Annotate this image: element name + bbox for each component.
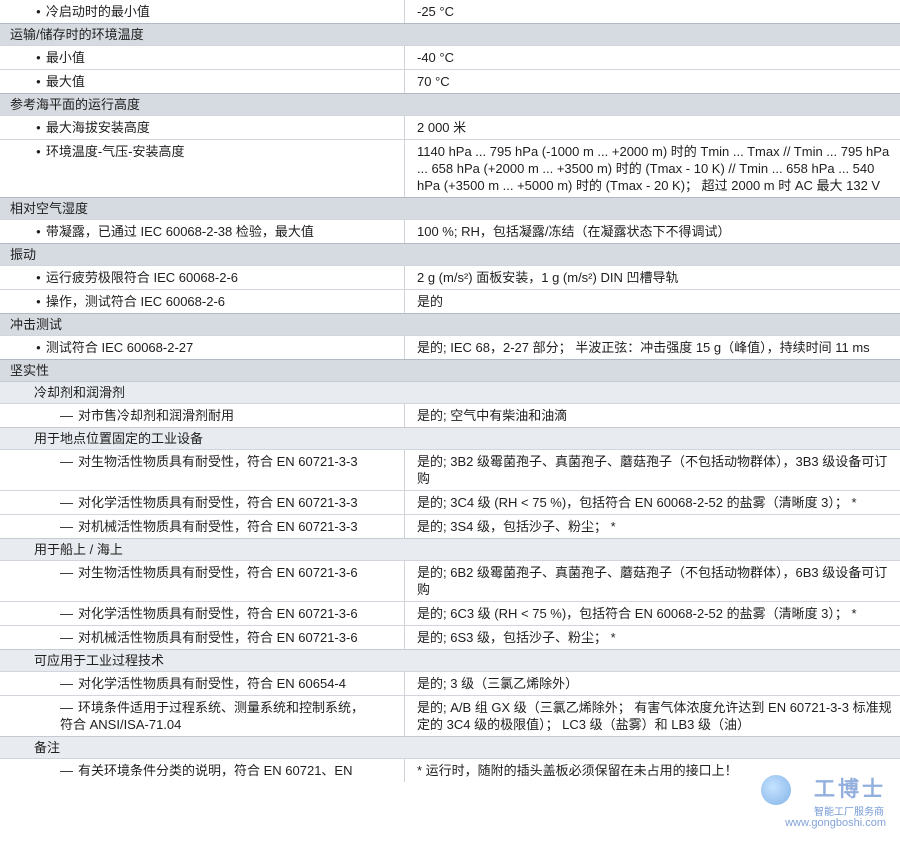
spec-label: 对化学活性物质具有耐受性，符合 EN 60721-3-6 (0, 602, 405, 625)
spec-value: -40 °C (417, 50, 454, 65)
spec-row: 运行疲劳极限符合 IEC 60068-2-6 2 g (m/s²) 面板安装，1 … (0, 265, 900, 289)
subsection-header: 冷却剂和润滑剂 (0, 381, 900, 403)
spec-label: 环境温度-气压-安装高度 (0, 140, 405, 197)
spec-row: 对化学活性物质具有耐受性，符合 EN 60721-3-3 是的; 3C4 级 (R… (0, 490, 900, 514)
spec-value: 是的; A/B 组 GX 级（三氯乙烯除外； 有害气体浓度允许达到 EN 607… (417, 700, 892, 732)
spec-label: 对市售冷却剂和润滑剂耐用 (0, 404, 405, 427)
spec-value: 是的; 3 级（三氯乙烯除外） (417, 676, 579, 691)
spec-value: 70 °C (417, 74, 450, 89)
spec-value: 1140 hPa ... 795 hPa (-1000 m ... +2000 … (417, 144, 890, 193)
spec-row: 环境温度-气压-安装高度1140 hPa ... 795 hPa (-1000 … (0, 139, 900, 197)
spec-row: 对市售冷却剂和润滑剂耐用是的; 空气中有柴油和油滴 (0, 403, 900, 427)
section-header: 运输/储存时的环境温度 (0, 23, 900, 45)
section-header: 冲击测试 (0, 313, 900, 335)
spec-label: 对化学活性物质具有耐受性，符合 EN 60721-3-3 (0, 491, 405, 514)
spec-value: 是的; 3S4 级，包括沙子、粉尘； * (417, 519, 616, 534)
spec-value: 是的; 6S3 级，包括沙子、粉尘； * (417, 630, 616, 645)
spec-row: 最小值 -40 °C (0, 45, 900, 69)
spec-row: 对生物活性物质具有耐受性，符合 EN 60721-3-3 是的; 3B2 级霉菌孢… (0, 449, 900, 490)
spec-row: 环境条件适用于过程系统、测量系统和控制系统，符合 ANSI/ISA-71.04 是… (0, 695, 900, 736)
spec-row: 对生物活性物质具有耐受性，符合 EN 60721-3-6 是的; 6B2 级霉菌孢… (0, 560, 900, 601)
spec-value: 100 %; RH，包括凝露/冻结（在凝露状态下不得调试） (417, 224, 731, 239)
spec-value: * 运行时，随附的插头盖板必须保留在未占用的接口上！ (417, 763, 738, 778)
spec-value: 2 000 米 (417, 120, 467, 135)
spec-label: 对化学活性物质具有耐受性，符合 EN 60654-4 (0, 672, 405, 695)
spec-row: 测试符合 IEC 60068-2-27 是的; IEC 68，2-27 部分； 半… (0, 335, 900, 359)
spec-label: 有关环境条件分类的说明，符合 EN 60721、EN (0, 759, 405, 782)
section-header: 振动 (0, 243, 900, 265)
spec-row: 冷启动时的最小值 -25 °C (0, 0, 900, 23)
spec-value: 是的; 3B2 级霉菌孢子、真菌孢子、蘑菇孢子（不包括动物群体），3B3 级设备… (417, 454, 888, 486)
spec-label: 最大海拔安装高度 (0, 116, 405, 139)
spec-value: -25 °C (417, 4, 454, 19)
spec-row: 最大海拔安装高度 2 000 米 (0, 115, 900, 139)
spec-table: 冷启动时的最小值 -25 °C 运输/储存时的环境温度最小值 -40 °C 最大值 70 … (0, 0, 900, 782)
spec-label: 最大值 (0, 70, 405, 93)
watermark-subtitle: 智能工厂服务商 (814, 807, 884, 818)
spec-label: 最小值 (0, 46, 405, 69)
spec-row: 对机械活性物质具有耐受性，符合 EN 60721-3-6 是的; 6S3 级，包括… (0, 625, 900, 649)
spec-label: 测试符合 IEC 60068-2-27 (0, 336, 405, 359)
spec-label: 对生物活性物质具有耐受性，符合 EN 60721-3-3 (0, 450, 405, 490)
watermark-url: www.gongboshi.com (785, 817, 886, 829)
spec-value: 是的; 3C4 级 (RH < 75 %)，包括符合 EN 60068-2-52… (417, 495, 857, 510)
spec-label: 冷启动时的最小值 (0, 0, 405, 23)
spec-value: 是的 (417, 294, 444, 309)
subsection-header: 用于地点位置固定的工业设备 (0, 427, 900, 449)
spec-value: 是的; 6C3 级 (RH < 75 %)，包括符合 EN 60068-2-52… (417, 606, 857, 621)
spec-row: 操作，测试符合 IEC 60068-2-6 是的 (0, 289, 900, 313)
spec-label: 对机械活性物质具有耐受性，符合 EN 60721-3-6 (0, 626, 405, 649)
spec-row: 最大值 70 °C (0, 69, 900, 93)
spec-value: 2 g (m/s²) 面板安装，1 g (m/s²) DIN 凹槽导轨 (417, 270, 679, 285)
section-header: 相对空气湿度 (0, 197, 900, 219)
spec-label: 操作，测试符合 IEC 60068-2-6 (0, 290, 405, 313)
spec-label: 带凝露，已通过 IEC 60068-2-38 检验，最大值 (0, 220, 405, 243)
spec-value: 是的; 空气中有柴油和油滴 (417, 408, 568, 423)
spec-row: 对化学活性物质具有耐受性，符合 EN 60721-3-6 是的; 6C3 级 (R… (0, 601, 900, 625)
spec-row: 带凝露，已通过 IEC 60068-2-38 检验，最大值 100 %; RH，包… (0, 219, 900, 243)
spec-row: 对机械活性物质具有耐受性，符合 EN 60721-3-3 是的; 3S4 级，包括… (0, 514, 900, 538)
section-header: 坚实性 (0, 359, 900, 381)
spec-label: 对生物活性物质具有耐受性，符合 EN 60721-3-6 (0, 561, 405, 601)
spec-row: 有关环境条件分类的说明，符合 EN 60721、EN * 运行时，随附的插头盖板必… (0, 758, 900, 782)
subsection-header: 可应用于工业过程技术 (0, 649, 900, 671)
subsection-header: 备注 (0, 736, 900, 758)
spec-value: 是的; IEC 68，2-27 部分； 半波正弦：冲击强度 15 g（峰值），持… (417, 340, 870, 355)
spec-row: 对化学活性物质具有耐受性，符合 EN 60654-4 是的; 3 级（三氯乙烯除外… (0, 671, 900, 695)
subsection-header: 用于船上 / 海上 (0, 538, 900, 560)
spec-label: 运行疲劳极限符合 IEC 60068-2-6 (0, 266, 405, 289)
spec-label: 环境条件适用于过程系统、测量系统和控制系统，符合 ANSI/ISA-71.04 (0, 696, 405, 736)
section-header: 参考海平面的运行高度 (0, 93, 900, 115)
spec-value: 是的; 6B2 级霉菌孢子、真菌孢子、蘑菇孢子（不包括动物群体），6B3 级设备… (417, 565, 888, 597)
spec-label: 对机械活性物质具有耐受性，符合 EN 60721-3-3 (0, 515, 405, 538)
